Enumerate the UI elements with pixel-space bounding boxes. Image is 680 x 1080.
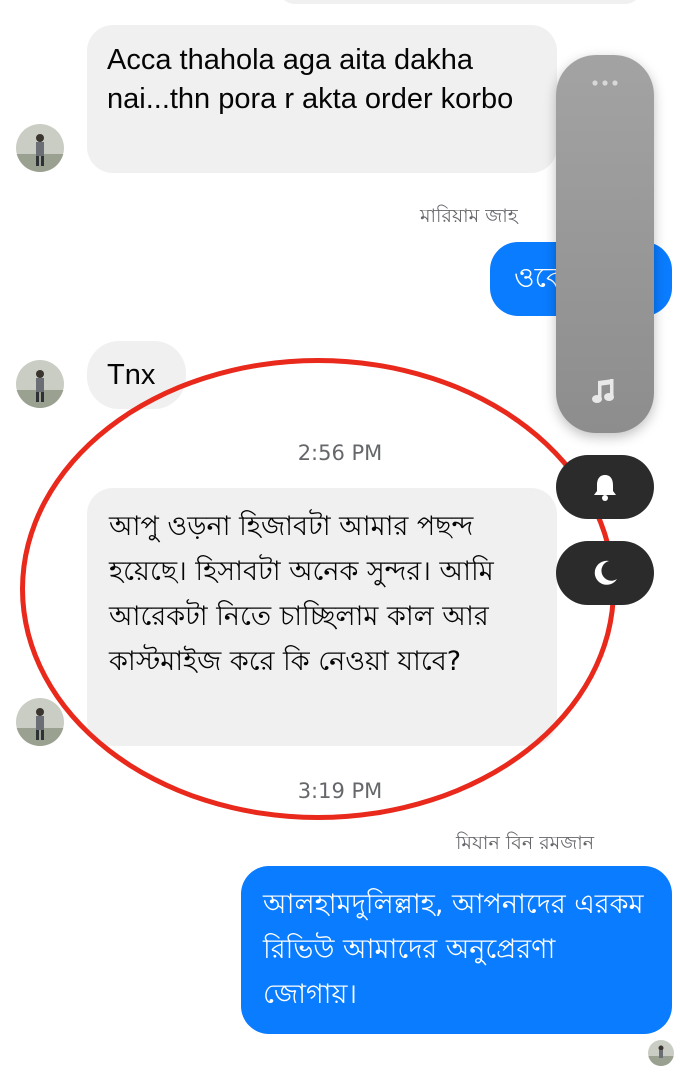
message-text: আলহামদুলিল্লাহ, আপনাদের এরকম রিভিউ আমাদে… xyxy=(263,889,644,1010)
contact-avatar[interactable] xyxy=(16,698,64,746)
contact-avatar[interactable] xyxy=(16,360,64,408)
music-note-icon xyxy=(589,375,621,407)
more-dots-icon[interactable] xyxy=(587,75,623,91)
volume-slider[interactable] xyxy=(556,55,654,433)
do-not-disturb-button[interactable] xyxy=(556,541,654,605)
incoming-message-bubble[interactable]: Acca thahola aga aita dakha nai...thn po… xyxy=(87,25,557,173)
sender-name: মারিয়াম জাহ xyxy=(420,205,518,227)
bell-icon xyxy=(589,471,621,503)
sender-name: মিযান বিন রমজান xyxy=(456,832,595,854)
moon-icon xyxy=(589,557,621,589)
outgoing-message-bubble[interactable]: আলহামদুলিল্লাহ, আপনাদের এরকম রিভিউ আমাদে… xyxy=(241,866,672,1034)
seen-avatar xyxy=(648,1040,674,1066)
timestamp: 3:19 PM xyxy=(297,779,383,803)
incoming-message-bubble[interactable]: আপু ওড়না হিজাবটা আমার পছন্দ হয়েছে। হিস… xyxy=(87,488,557,746)
message-text: আপু ওড়না হিজাবটা আমার পছন্দ হয়েছে। হিস… xyxy=(109,511,494,677)
message-text: Tnx xyxy=(107,359,156,391)
contact-avatar[interactable] xyxy=(16,124,64,172)
ring-mode-button[interactable] xyxy=(556,455,654,519)
message-text: Acca thahola aga aita dakha nai...thn po… xyxy=(107,44,514,115)
incoming-message-bubble[interactable]: Tnx xyxy=(87,341,186,409)
top-edge-bubble xyxy=(280,0,640,4)
